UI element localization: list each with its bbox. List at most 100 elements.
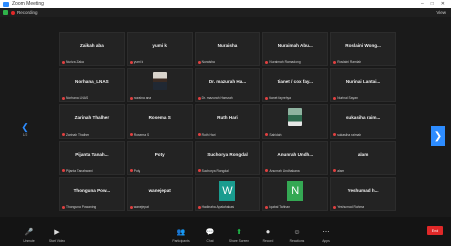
maximize-button[interactable]: □ [431, 1, 434, 7]
participant-name-label: Yeshumad Rahma [333, 205, 364, 209]
muted-mic-icon [197, 60, 201, 64]
apps-button[interactable]: ⋯ Apps [313, 221, 339, 243]
participant-label-text: Hadinaha Apalahakasi [201, 205, 235, 209]
muted-mic-icon [62, 133, 65, 137]
share-screen-icon: ⬆ [236, 228, 242, 236]
participant-tile[interactable]: tianet / cox fay... tianet fayrehya [262, 68, 329, 103]
participant-label-text: tianet fayrehya [269, 96, 292, 101]
participant-label-text: Nuriza Zaka [66, 60, 84, 65]
chat-label: Chat [206, 238, 214, 243]
participant-tile[interactable]: Sahidah [262, 104, 329, 139]
participant-display-name: yumi k [152, 43, 167, 48]
record-button[interactable]: ⏺ Record [255, 221, 281, 243]
participant-display-name: sukasiha raim... [345, 115, 381, 121]
participant-tile[interactable]: Thonguna Pow... Thonguna Powaning [59, 176, 125, 211]
participant-name-label: Anunrah Undhakana [265, 169, 300, 173]
participant-tile[interactable]: alam alam [330, 140, 396, 175]
participant-display-name: Nurinai Lantai... [345, 79, 381, 85]
participant-display-name: Poty [154, 151, 165, 157]
participant-tile[interactable]: Rosema S Rosema S [126, 104, 193, 139]
participant-label-text: Nurinai Sayan [337, 96, 358, 101]
recording-label: Recording [17, 10, 38, 15]
participant-name-label: Pijanta Tanahwani [62, 169, 93, 173]
close-button[interactable]: ✕ [441, 1, 445, 7]
meeting-toolbar: 🎤 Unmute ▶ Start Video 👥 Participants 💬 Chat ⬆ S… [0, 217, 451, 246]
participant-tile[interactable]: Nurinai Lantai... Nurinai Sayan [330, 68, 396, 103]
chat-button[interactable]: 💬 Chat [197, 221, 223, 243]
participant-label-text: yumi k [133, 60, 144, 65]
participant-tile[interactable]: Nuraisha Nuraisha [194, 32, 261, 67]
participant-label-text: Rosema S [133, 132, 150, 137]
participant-tile[interactable]: wanejepat wanejepat [126, 176, 193, 211]
record-icon: ⏺ [266, 228, 270, 236]
unmute-button[interactable]: 🎤 Unmute [16, 221, 42, 243]
participant-tile[interactable]: N Iqabal Tahhan [262, 176, 329, 211]
chevron-left-icon: ❮ [21, 122, 29, 132]
next-page-button[interactable]: ❯ [431, 126, 445, 146]
participant-tile[interactable]: W Hadinaha Apalahakasi [194, 176, 261, 211]
participant-display-name: Nuraimah Abu... [277, 43, 313, 48]
view-button[interactable]: View [436, 10, 446, 15]
participant-tile[interactable]: Ruth Hari Ruth Hari [194, 104, 261, 139]
participants-button[interactable]: 👥 Participants [168, 221, 194, 243]
participant-tile[interactable]: sukasiha raim... sukasiha raimah [330, 104, 396, 139]
participant-tile[interactable]: Zaikah aba Nuriza Zaka [59, 32, 125, 67]
page-indicator: 1/2 [22, 133, 28, 137]
muted-mic-icon [129, 60, 133, 64]
muted-mic-icon [129, 96, 133, 100]
participant-label-text: Iqabal Tahhan [269, 205, 291, 209]
participant-name-label: Suchorya Rongdal [197, 169, 229, 173]
participant-tile[interactable]: Pijanta Tanah... Pijanta Tanahwani [59, 140, 125, 175]
start-video-label: Start Video [48, 238, 66, 243]
share-screen-button[interactable]: ⬆ Share Screen [226, 221, 252, 243]
muted-mic-icon [197, 133, 201, 137]
participant-label-text: sukasiha raimah [337, 132, 362, 137]
participant-tile[interactable]: Yeshumad h... Yeshumad Rahma [330, 176, 396, 211]
shield-icon[interactable] [3, 10, 8, 15]
participant-tile[interactable]: yumi k yumi k [126, 32, 193, 67]
participant-tile[interactable]: Anunrah Undh... Anunrah Undhakana [262, 140, 329, 175]
start-video-button[interactable]: ▶ Start Video [44, 221, 70, 243]
participant-tile[interactable]: Zarinah Thalher Zarinah Thalher [59, 104, 125, 139]
participant-name-label: Norhana LNAS [62, 96, 88, 100]
muted-mic-icon [62, 169, 65, 173]
participant-display-name: Dr. mazurah Ha... [208, 79, 247, 85]
previous-page-button[interactable]: ❮ 1/2 [20, 122, 30, 138]
participant-tile[interactable]: Poty Poty [126, 140, 193, 175]
participant-name-label: wanejepat [129, 205, 149, 209]
participant-tile[interactable]: Dr. mazurah Ha... Dr. mazurah Hamzah [194, 68, 261, 103]
participant-tile[interactable]: noraina ana [126, 68, 193, 103]
participant-tile[interactable]: Suchorya Rongdal Suchorya Rongdal [194, 140, 261, 175]
participant-name-label: Ruth Hari [197, 133, 216, 137]
participant-label-text: Zarinah Thalher [66, 132, 90, 137]
zoom-app-icon [3, 1, 9, 7]
participant-name-label: sukasiha raimah [333, 133, 361, 137]
participant-initial-avatar: N [287, 180, 304, 201]
participant-tile[interactable]: Nuraimah Abu... Nuraimah Ramadong [262, 32, 329, 67]
participant-display-name: Yeshumad h... [347, 187, 379, 193]
participant-tile[interactable]: Norhana_LNAS Norhana LNAS [59, 68, 125, 103]
participant-display-name: Thonguna Pow... [73, 187, 111, 193]
participant-display-name: Roslaini Wong... [345, 43, 381, 48]
muted-mic-icon [333, 205, 337, 209]
chevron-right-icon: ❯ [433, 130, 443, 142]
muted-mic-icon [62, 205, 65, 209]
participant-label-text: Sahidah [269, 132, 282, 137]
reactions-button[interactable]: ☺ Reactions [284, 221, 310, 243]
muted-mic-icon [265, 60, 269, 64]
unmute-icon: 🎤 [24, 228, 34, 236]
participant-display-name: Anunrah Undh... [277, 151, 314, 157]
participant-name-label: Iqabal Tahhan [265, 205, 290, 209]
participant-display-name: Ruth Hari [217, 115, 238, 121]
participant-name-label: Dr. mazurah Hamzah [197, 96, 233, 100]
participant-tile[interactable]: Roslaini Wong... Roslaini Ramlah [330, 32, 396, 67]
participant-label-text: noraina ana [133, 96, 152, 101]
muted-mic-icon [333, 169, 337, 173]
participant-display-name: Suchorya Rongdal [207, 151, 248, 157]
reactions-icon: ☺ [293, 228, 301, 236]
minimize-button[interactable]: – [421, 1, 424, 7]
muted-mic-icon [197, 205, 201, 209]
end-meeting-button[interactable]: End [427, 226, 443, 235]
muted-mic-icon [265, 96, 269, 100]
participant-label-text: Thonguna Powaning [66, 205, 97, 209]
